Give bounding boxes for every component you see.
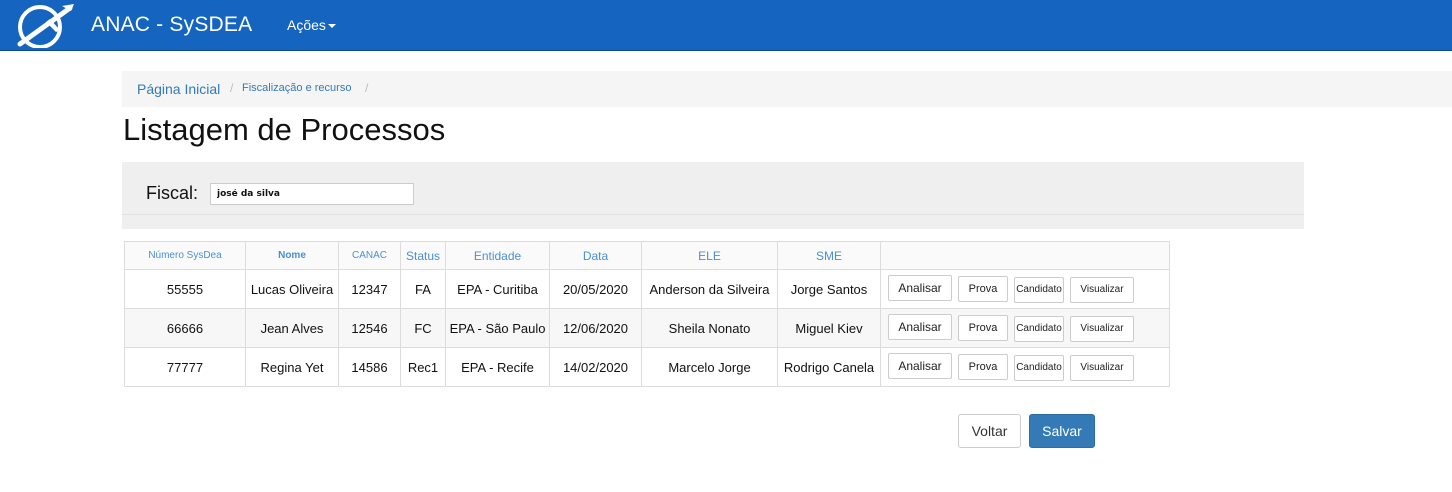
prova-button[interactable]: Prova — [958, 354, 1008, 380]
col-header-entidade[interactable]: Entidade — [445, 241, 550, 270]
candidato-button[interactable]: Candidato — [1014, 355, 1064, 381]
menu-acoes-label: Ações — [287, 17, 326, 33]
cell-status: FC — [400, 308, 446, 348]
menu-acoes-dropdown[interactable]: Ações — [287, 17, 336, 33]
prova-button[interactable]: Prova — [958, 315, 1008, 341]
cell-actions: Analisar Prova Candidato Visualizar — [880, 347, 1170, 387]
candidato-button[interactable]: Candidato — [1014, 277, 1064, 303]
col-header-ele[interactable]: ELE — [641, 241, 778, 270]
app-brand[interactable]: ANAC - SySDEA — [91, 13, 252, 37]
cell-numero: 77777 — [124, 347, 246, 387]
cell-canac: 12546 — [338, 308, 401, 348]
cell-nome: Regina Yet — [245, 347, 339, 387]
col-header-actions — [880, 241, 1170, 270]
cell-canac: 12347 — [338, 269, 401, 309]
cell-nome: Lucas Oliveira — [245, 269, 339, 309]
cell-data: 14/02/2020 — [549, 347, 642, 387]
candidato-button[interactable]: Candidato — [1014, 316, 1064, 342]
processes-table: Número SysDea Nome CANAC Status Entidade… — [124, 241, 1170, 387]
col-header-data[interactable]: Data — [549, 241, 642, 270]
cell-numero: 55555 — [124, 269, 246, 309]
table-row: 66666 Jean Alves 12546 FC EPA - São Paul… — [124, 308, 1170, 348]
cell-ele: Marcelo Jorge — [641, 347, 778, 387]
visualizar-button[interactable]: Visualizar — [1070, 355, 1134, 381]
top-navbar: ANAC - SySDEA Ações — [0, 0, 1452, 51]
visualizar-button[interactable]: Visualizar — [1070, 316, 1134, 342]
breadcrumb-separator: / — [230, 81, 234, 95]
voltar-button[interactable]: Voltar — [958, 414, 1021, 448]
table-row: 55555 Lucas Oliveira 12347 FA EPA - Curi… — [124, 269, 1170, 309]
cell-sme: Jorge Santos — [777, 269, 881, 309]
cell-sme: Rodrigo Canela — [777, 347, 881, 387]
cell-data: 20/05/2020 — [549, 269, 642, 309]
prova-button[interactable]: Prova — [958, 276, 1008, 302]
airplane-logo-icon[interactable] — [16, 2, 76, 49]
fiscal-label: Fiscal: — [146, 183, 199, 203]
cell-actions: Analisar Prova Candidato Visualizar — [880, 308, 1170, 348]
salvar-button[interactable]: Salvar — [1029, 414, 1095, 448]
analisar-button[interactable]: Analisar — [888, 314, 952, 340]
breadcrumb-separator: / — [365, 81, 369, 95]
cell-status: FA — [400, 269, 446, 309]
fiscal-input[interactable] — [210, 183, 414, 205]
col-header-nome[interactable]: Nome — [245, 241, 339, 270]
cell-actions: Analisar Prova Candidato Visualizar — [880, 269, 1170, 309]
filter-panel: Fiscal: — [122, 162, 1304, 229]
analisar-button[interactable]: Analisar — [888, 275, 952, 301]
table-row: 77777 Regina Yet 14586 Rec1 EPA - Recife… — [124, 347, 1170, 387]
cell-canac: 14586 — [338, 347, 401, 387]
cell-nome: Jean Alves — [245, 308, 339, 348]
breadcrumb-fiscalizacao-link[interactable]: Fiscalização e recurso — [242, 82, 351, 94]
col-header-status[interactable]: Status — [400, 241, 446, 270]
breadcrumb: Página Inicial / Fiscalização e recurso … — [122, 71, 1452, 107]
cell-numero: 66666 — [124, 308, 246, 348]
cell-ele: Anderson da Silveira — [641, 269, 778, 309]
cell-ele: Sheila Nonato — [641, 308, 778, 348]
cell-entidade: EPA - São Paulo — [445, 308, 550, 348]
table-header-row: Número SysDea Nome CANAC Status Entidade… — [124, 241, 1170, 270]
page-title: Listagem de Processos — [123, 112, 446, 147]
cell-status: Rec1 — [400, 347, 446, 387]
cell-data: 12/06/2020 — [549, 308, 642, 348]
cell-entidade: EPA - Recife — [445, 347, 550, 387]
caret-down-icon — [327, 24, 336, 29]
cell-sme: Miguel Kiev — [777, 308, 881, 348]
cell-entidade: EPA - Curitiba — [445, 269, 550, 309]
visualizar-button[interactable]: Visualizar — [1070, 277, 1134, 303]
analisar-button[interactable]: Analisar — [888, 353, 952, 379]
breadcrumb-home-link[interactable]: Página Inicial — [137, 81, 220, 97]
col-header-sme[interactable]: SME — [777, 241, 881, 270]
col-header-canac[interactable]: CANAC — [338, 241, 401, 270]
col-header-numero[interactable]: Número SysDea — [124, 241, 246, 270]
panel-divider — [122, 214, 1304, 215]
